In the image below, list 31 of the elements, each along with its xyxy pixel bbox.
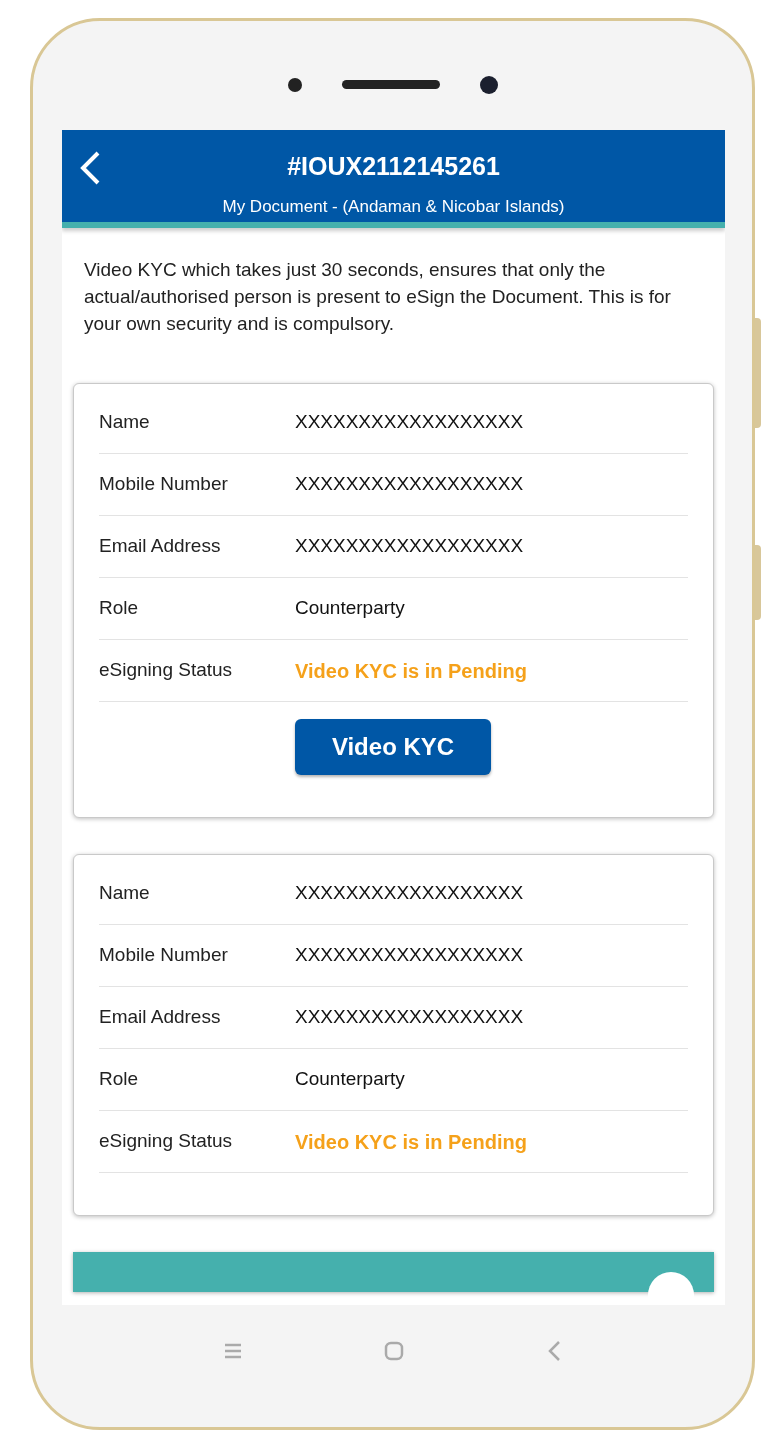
field-label: Email Address bbox=[99, 534, 222, 559]
field-label: Email Address bbox=[99, 1005, 222, 1030]
field-value: XXXXXXXXXXXXXXXXXX bbox=[295, 881, 524, 906]
field-label: Mobile Number bbox=[99, 472, 229, 497]
field-value: XXXXXXXXXXXXXXXXXX bbox=[295, 534, 524, 559]
field-label: eSigning Status bbox=[99, 658, 234, 683]
menu-icon[interactable] bbox=[224, 1342, 243, 1360]
back-nav-icon[interactable] bbox=[546, 1340, 561, 1362]
field-label: Mobile Number bbox=[99, 943, 229, 968]
intro-text: Video KYC which takes just 30 seconds, ensures that only the actual/authorised person is present to eSign the Document. This is for your own security and is compulsory. bbox=[83, 258, 672, 336]
field-value: XXXXXXXXXXXXXXXXXX bbox=[295, 410, 524, 435]
field-value: Video KYC is in Pending bbox=[295, 658, 527, 684]
field-value: Counterparty bbox=[295, 1067, 405, 1092]
back-icon[interactable] bbox=[79, 151, 101, 185]
field-value: Counterparty bbox=[295, 596, 405, 621]
field-label: Role bbox=[99, 596, 140, 621]
speaker-icon bbox=[341, 80, 440, 89]
field-label: Name bbox=[99, 881, 151, 906]
document-subtitle: My Document - (Andaman & Nicobar Islands) bbox=[222, 195, 565, 218]
field-value: XXXXXXXXXXXXXXXXXX bbox=[295, 943, 524, 968]
field-value: XXXXXXXXXXXXXXXXXX bbox=[295, 472, 524, 497]
document-id: #IOUX2112145261 bbox=[287, 151, 500, 182]
video-kyc-button[interactable]: Video KYC bbox=[295, 719, 491, 775]
field-label: Role bbox=[99, 1067, 140, 1092]
field-value: XXXXXXXXXXXXXXXXXX bbox=[295, 1005, 524, 1030]
field-label: Name bbox=[99, 410, 151, 435]
camera-icon bbox=[479, 75, 498, 94]
home-icon[interactable] bbox=[384, 1341, 405, 1361]
sensor-icon bbox=[287, 77, 302, 92]
field-value: Video KYC is in Pending bbox=[295, 1129, 527, 1155]
field-label: eSigning Status bbox=[99, 1129, 234, 1154]
